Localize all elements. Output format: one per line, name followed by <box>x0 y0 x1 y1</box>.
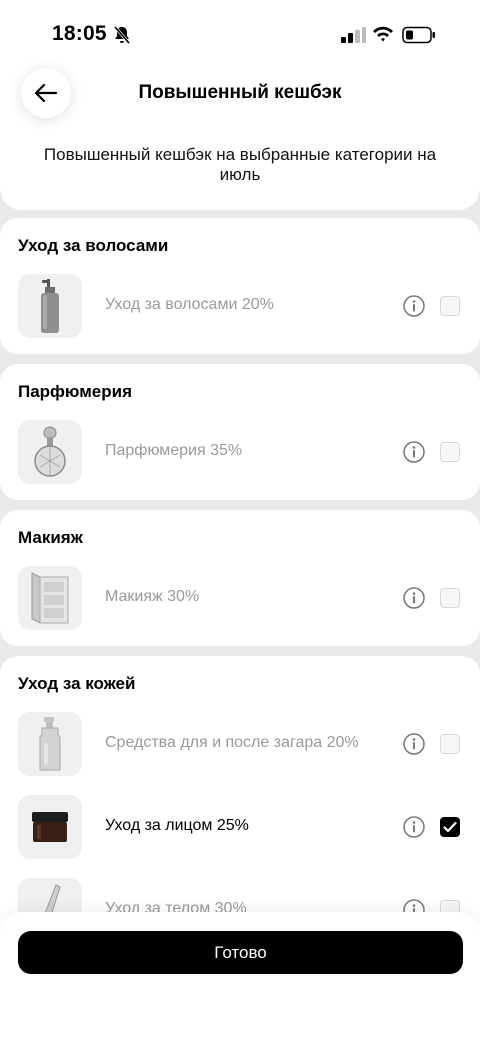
category-option-row[interactable]: Макияж 30% <box>0 566 480 634</box>
info-icon[interactable] <box>403 441 425 463</box>
cellular-signal-icon <box>341 27 366 43</box>
done-button[interactable]: Готово <box>18 931 463 974</box>
category-checkbox[interactable] <box>440 588 460 608</box>
info-icon[interactable] <box>403 587 425 609</box>
category-option-label: Уход за волосами 20% <box>105 296 274 313</box>
face-cream-jar-icon <box>18 795 82 859</box>
category-option-label: Средства для и после загара 20% <box>105 734 359 751</box>
category-option-label: Уход за лицом 25% <box>105 817 249 834</box>
category-checkbox-checked[interactable] <box>440 817 460 837</box>
category-option-label: Парфюмерия 35% <box>105 442 243 459</box>
makeup-palette-icon <box>18 566 82 630</box>
category-card-hair-care: Уход за волосами Уход за волосами 20% <box>0 218 480 354</box>
bell-off-icon <box>113 26 131 44</box>
category-card-perfumery: Парфюмерия Парфюмерия 35% <box>0 364 480 500</box>
category-card-skin-care: Уход за кожей Средства для и после загар… <box>0 656 480 956</box>
page-subtitle: Повышенный кешбэк на выбранные категории… <box>43 145 437 184</box>
category-checkbox[interactable] <box>440 296 460 316</box>
category-title: Парфюмерия <box>18 382 133 401</box>
battery-icon <box>402 26 435 44</box>
category-option-label: Макияж 30% <box>105 588 200 605</box>
category-title: Уход за волосами <box>18 236 169 255</box>
category-option-row[interactable]: Средства для и после загара 20% <box>0 712 480 780</box>
info-icon[interactable] <box>403 295 425 317</box>
sunscreen-bottle-icon <box>18 712 82 776</box>
category-option-row[interactable]: Парфюмерия 35% <box>0 420 480 488</box>
category-option-row[interactable]: Уход за лицом 25% <box>0 795 480 863</box>
category-title: Уход за кожей <box>18 674 136 693</box>
perfume-bottle-icon <box>18 420 82 484</box>
hair-care-bottle-icon <box>18 274 82 338</box>
category-option-row[interactable]: Уход за волосами 20% <box>0 274 480 342</box>
checkmark-icon <box>443 821 457 833</box>
status-time: 18:05 <box>52 22 107 45</box>
wifi-icon <box>373 26 393 42</box>
category-card-makeup: Макияж Макияж 30% <box>0 510 480 646</box>
page-header: Повышенный кешбэк Повышенный кешбэк на в… <box>0 60 480 210</box>
info-icon[interactable] <box>403 816 425 838</box>
page-title: Повышенный кешбэк <box>138 82 342 103</box>
category-checkbox[interactable] <box>440 442 460 462</box>
category-title: Макияж <box>18 528 83 547</box>
info-icon[interactable] <box>403 733 425 755</box>
bottom-action-bar: Готово <box>0 912 480 1043</box>
category-checkbox[interactable] <box>440 734 460 754</box>
